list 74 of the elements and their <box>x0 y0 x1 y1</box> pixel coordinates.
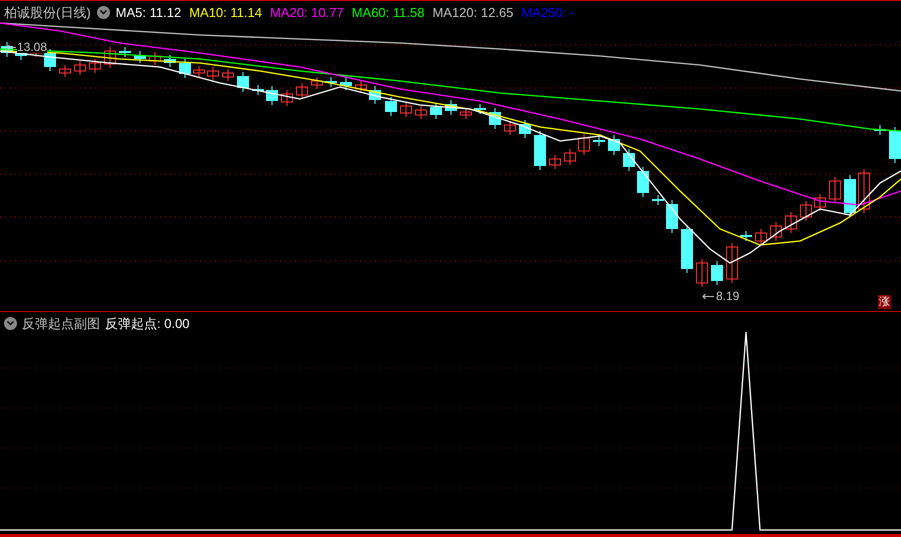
candlestick <box>119 46 131 58</box>
chart-title: 柏诚股份(日线) <box>4 4 91 22</box>
candlestick <box>340 78 352 90</box>
candlestick <box>164 54 176 68</box>
candlestick <box>149 52 161 66</box>
candlestick <box>325 76 337 88</box>
candlestick <box>445 100 457 116</box>
rise-badge: 涨 <box>878 295 891 309</box>
candlestick <box>104 46 116 68</box>
indicator-value: MA5: 11.12 <box>116 4 182 22</box>
candlestick <box>844 174 856 218</box>
high-price-label: 13.08 <box>17 41 48 53</box>
candlestick <box>74 60 86 76</box>
dropdown-icon[interactable] <box>4 317 17 330</box>
candlestick <box>889 126 901 164</box>
indicator-value: 反弹起点: 0.00 <box>105 315 190 333</box>
candlestick <box>829 176 841 204</box>
candlestick <box>252 84 264 96</box>
indicator-value: MA10: 11.14 <box>189 4 262 22</box>
candlestick <box>623 148 635 172</box>
candlestick <box>1 42 13 58</box>
candlestick <box>266 86 278 106</box>
candlestick <box>785 212 797 234</box>
arrow-left-icon <box>702 292 714 300</box>
indicator-value: MA250: - <box>521 4 574 22</box>
candlestick <box>89 58 101 74</box>
candlestick <box>874 124 886 136</box>
candlestick <box>311 76 323 90</box>
candlestick <box>578 134 590 156</box>
candlestick <box>504 120 516 136</box>
candlestick <box>519 120 531 138</box>
candlestick <box>637 166 649 198</box>
candlestick <box>281 90 293 106</box>
candlestick <box>59 64 71 78</box>
candlestick <box>534 130 546 170</box>
candlestick <box>652 194 664 206</box>
indicator-value: MA20: 10.77 <box>270 4 344 22</box>
candlestick <box>681 224 693 274</box>
indicator-value: MA120: 12.65 <box>432 4 514 22</box>
arrow-left-icon <box>6 44 16 50</box>
candlestick <box>593 136 605 146</box>
candlestick <box>726 242 738 284</box>
candlestick <box>369 86 381 104</box>
candlestick <box>858 168 870 214</box>
candlestick <box>237 72 249 92</box>
indicator-value: MA60: 11.58 <box>352 4 424 22</box>
candlestick <box>474 104 486 114</box>
candlestick <box>711 260 723 286</box>
candlestick <box>385 96 397 116</box>
candlestick <box>179 58 191 78</box>
candlestick <box>193 66 205 78</box>
candlestick <box>814 194 826 212</box>
candlestick <box>549 154 561 170</box>
low-price-label: 8.19 <box>716 290 740 302</box>
candlestick <box>415 106 427 120</box>
panel-title: 反弹起点副图 <box>22 315 100 333</box>
candlestick <box>755 228 767 246</box>
candlestick <box>608 134 620 156</box>
candlestick <box>222 68 234 82</box>
candlestick <box>489 108 501 130</box>
candlestick <box>564 148 576 166</box>
candlestick <box>296 82 308 100</box>
candlestick <box>430 102 442 120</box>
dropdown-icon[interactable] <box>96 6 110 20</box>
candlestick <box>800 200 812 222</box>
candlestick <box>666 200 678 234</box>
candlestick <box>770 222 782 242</box>
candlestick <box>134 50 146 64</box>
candlestick <box>400 102 412 118</box>
candlestick <box>460 108 472 120</box>
candlestick <box>740 230 752 242</box>
candlestick <box>696 258 708 288</box>
candlestick <box>207 66 219 80</box>
candlestick <box>355 80 367 94</box>
